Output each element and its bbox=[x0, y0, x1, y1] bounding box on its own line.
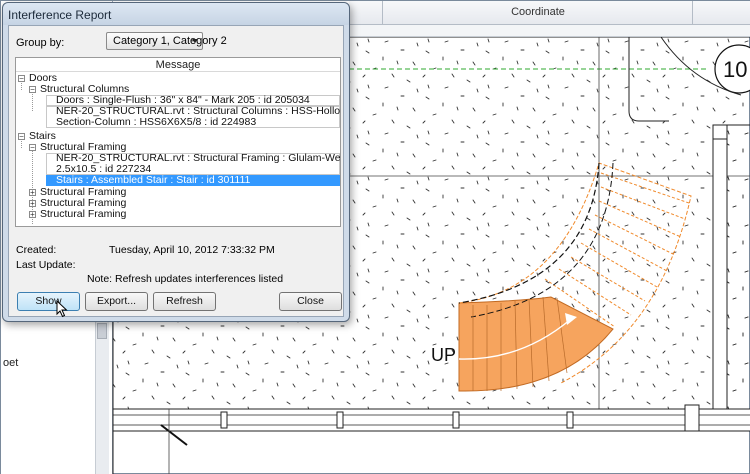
group-by-value: Category 1, Category 2 bbox=[113, 35, 227, 47]
wall-right-hatch bbox=[726, 124, 750, 410]
mouse-pointer-icon bbox=[56, 300, 68, 318]
collapse-icon[interactable]: − bbox=[29, 86, 36, 94]
tree-node-label: Structural Framing bbox=[40, 208, 127, 220]
show-button[interactable]: Show bbox=[17, 292, 80, 311]
coordinate-header: Coordinate bbox=[511, 6, 565, 18]
expand-icon[interactable]: + bbox=[29, 200, 36, 208]
grid-bubble-label: 10 bbox=[723, 57, 747, 82]
close-button[interactable]: Close bbox=[279, 292, 342, 311]
tree-node-label-cont: Section-Column : HSS6X6X5/8 : id 224983 bbox=[56, 116, 257, 128]
message-column-label: Message bbox=[155, 59, 201, 71]
view-subheader bbox=[349, 25, 750, 37]
dialog-title: Interference Report bbox=[8, 8, 112, 22]
created-value: Tuesday, April 10, 2012 7:33:32 PM bbox=[109, 244, 275, 256]
tree-leaf-framing-227234[interactable]: NER-20_STRUCTURAL.rvt : Structural Frami… bbox=[16, 153, 340, 175]
collapse-icon[interactable]: − bbox=[29, 144, 36, 152]
refresh-note: Note: Refresh updates interferences list… bbox=[87, 273, 284, 285]
column-top bbox=[712, 124, 728, 140]
last-update-label: Last Update: bbox=[16, 259, 76, 271]
tree-column-header[interactable]: Message bbox=[16, 58, 340, 72]
tree-node-label: Stairs : Assembled Stair : Stair : id 30… bbox=[56, 174, 251, 186]
wall-right bbox=[712, 124, 728, 410]
interference-tree[interactable]: Message − Doors − Structural Columns Doo… bbox=[15, 57, 341, 227]
export-button[interactable]: Export... bbox=[85, 292, 148, 311]
refresh-button[interactable]: Refresh bbox=[153, 292, 216, 311]
stair-up-label: UP bbox=[431, 345, 456, 365]
dialog-titlebar[interactable]: Interference Report bbox=[3, 3, 349, 25]
interference-report-dialog: Interference Report Group by: Category 1… bbox=[2, 2, 350, 322]
group-by-dropdown[interactable]: Category 1, Category 2 bbox=[106, 32, 227, 50]
view-header: Coordinate bbox=[349, 1, 750, 25]
header-cell bbox=[693, 1, 750, 25]
group-by-label: Group by: bbox=[16, 37, 65, 49]
collapse-icon[interactable]: − bbox=[18, 133, 25, 141]
created-label: Created: bbox=[16, 244, 57, 256]
expand-icon[interactable]: + bbox=[29, 211, 36, 219]
tree-node-structural-framing[interactable]: + Structural Framing bbox=[16, 209, 340, 220]
expand-icon[interactable]: + bbox=[29, 189, 36, 197]
tree-leaf-column-224983[interactable]: NER-20_STRUCTURAL.rvt : Structural Colum… bbox=[16, 106, 340, 128]
chevron-down-icon bbox=[192, 39, 198, 43]
wall-bottom bbox=[112, 408, 750, 432]
tree-leaf-stair-301111[interactable]: Stairs : Assembled Stair : Stair : id 30… bbox=[16, 175, 340, 186]
collapse-icon[interactable]: − bbox=[18, 75, 25, 83]
header-cell bbox=[349, 1, 383, 25]
dialog-body: Group by: Category 1, Category 2 Message… bbox=[8, 25, 344, 317]
